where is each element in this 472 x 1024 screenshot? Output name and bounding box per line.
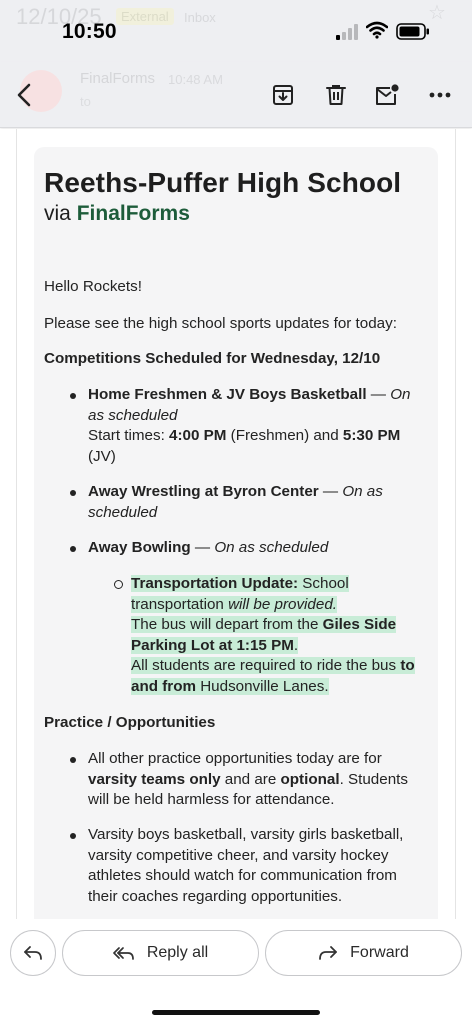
via-brand: FinalForms (76, 202, 190, 225)
forward-label: Forward (350, 944, 409, 961)
email-via: via FinalForms (44, 202, 190, 226)
delete-icon[interactable] (323, 82, 349, 108)
transport-p2: The bus will depart from the (131, 616, 323, 633)
transportation-update: Transportation Update: School transporta… (114, 574, 421, 697)
reply-all-icon (112, 947, 134, 960)
practice-b2: optional (280, 770, 340, 788)
action-bar: Reply all Forward (0, 919, 472, 1024)
intro-text: Please see the high school sports update… (44, 315, 397, 332)
transport-p1-italic: will be provided. (228, 595, 337, 613)
transport-p3-end: Hudsonville Lanes. (195, 677, 329, 695)
ghost-time: 10:48 AM (168, 72, 223, 87)
archive-icon[interactable] (270, 82, 296, 108)
star-icon: ☆ (428, 2, 446, 24)
divider (455, 129, 456, 919)
start-time-freshmen-suffix: (Freshmen) and (226, 427, 343, 444)
reply-all-button[interactable]: Reply all (62, 930, 259, 976)
start-prefix: Start times: (88, 427, 170, 444)
practice-text: Varsity boys basketball, varsity girls b… (88, 826, 404, 905)
list-item: All other practice opportunities today a… (70, 749, 423, 811)
reply-all-label: Reply all (146, 944, 209, 961)
start-time-jv-suffix: (JV) (88, 447, 116, 465)
practice-heading: Practice / Opportunities (44, 714, 216, 731)
list-item: Away Wrestling at Byron Center — On as s… (70, 482, 423, 523)
transport-p2-end: . (293, 636, 299, 654)
email-body[interactable]: Reeths-Puffer High School via FinalForms… (0, 129, 472, 919)
status-time: 10:50 (62, 20, 117, 43)
transport-p3: All students are required to ride the bu… (131, 657, 401, 674)
list-item: Home Freshmen & JV Boys Basketball — On … (70, 385, 423, 467)
forward-button[interactable]: Forward (265, 930, 462, 976)
cellular-signal-icon (336, 24, 358, 40)
home-indicator[interactable] (152, 1010, 320, 1015)
start-time-freshmen: 4:00 PM (169, 427, 227, 444)
back-icon[interactable] (12, 82, 38, 108)
transport-label: Transportation Update: (131, 575, 299, 592)
practice-t1: All other practice opportunities today a… (88, 750, 382, 767)
forward-icon (319, 946, 338, 960)
list-item: Varsity boys basketball, varsity girls b… (70, 825, 423, 907)
list-item: Away Bowling — On as scheduled (70, 538, 423, 559)
event-dash: — (190, 539, 215, 556)
practice-b1: varsity teams only (88, 770, 221, 788)
event-status: On as scheduled (214, 539, 329, 556)
mark-unread-icon[interactable] (374, 82, 400, 108)
greeting: Hello Rockets! (44, 278, 142, 295)
status-bar: 12/10/25 External Inbox ☆ 10:50 (0, 0, 472, 62)
reply-icon (24, 946, 42, 960)
start-time-jv: 5:30 PM (342, 427, 401, 444)
ghost-external-tag: External (116, 8, 174, 25)
competitions-heading: Competitions Scheduled for Wednesday, 12… (44, 350, 381, 367)
divider (16, 129, 17, 919)
wifi-icon (366, 21, 388, 39)
via-prefix: via (44, 202, 71, 225)
event-dash: — (366, 386, 391, 403)
battery-icon (396, 23, 429, 40)
event-dash: — (318, 483, 343, 500)
ghost-to: to (80, 94, 91, 109)
practice-t2: and are (220, 770, 281, 788)
ghost-sender: FinalForms (80, 70, 156, 87)
email-toolbar: FinalForms 10:48 AM to (0, 62, 472, 128)
event-name: Away Bowling (88, 539, 191, 556)
email-title: Reeths-Puffer High School (44, 167, 402, 198)
ghost-inbox-label: Inbox (184, 10, 216, 25)
more-icon[interactable] (427, 82, 453, 108)
event-name: Home Freshmen & JV Boys Basketball (88, 386, 367, 403)
event-name: Away Wrestling at Byron Center (88, 483, 319, 500)
reply-button[interactable] (10, 930, 56, 976)
